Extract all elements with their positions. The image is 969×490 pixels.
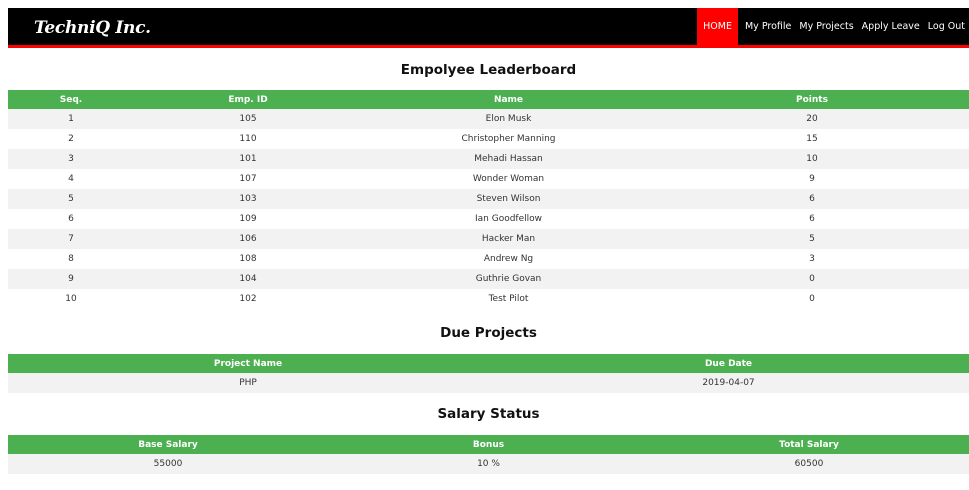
column-header-points: Points (655, 90, 969, 109)
leaderboard-header-row: Seq. Emp. ID Name Points (8, 90, 969, 109)
table-row: 2 110 Christopher Manning 15 (8, 129, 969, 149)
table-row: 1 105 Elon Musk 20 (8, 109, 969, 129)
table-row: 55000 10 % 60500 (8, 454, 969, 474)
seq-cell: 7 (8, 229, 134, 249)
points-cell: 20 (655, 109, 969, 129)
points-cell: 0 (655, 269, 969, 289)
seq-cell: 4 (8, 169, 134, 189)
emp-id-cell: 107 (134, 169, 362, 189)
nav-menu: HOME My Profile My Projects Apply Leave … (697, 8, 969, 45)
due-projects-title: Due Projects (440, 325, 537, 341)
seq-cell: 5 (8, 189, 134, 209)
nav-my-profile-link[interactable]: My Profile (741, 8, 795, 45)
nav-log-out-link[interactable]: Log Out (924, 8, 969, 45)
emp-id-cell: 104 (134, 269, 362, 289)
points-cell: 6 (655, 189, 969, 209)
name-cell: Ian Goodfellow (362, 209, 655, 229)
due-projects-table: Project Name Due Date PHP 2019-04-07 (8, 354, 969, 393)
projects-header-row: Project Name Due Date (8, 354, 969, 373)
seq-cell: 10 (8, 289, 134, 309)
table-row: 6 109 Ian Goodfellow 6 (8, 209, 969, 229)
table-row: 9 104 Guthrie Govan 0 (8, 269, 969, 289)
base-salary-cell: 55000 (8, 454, 328, 474)
points-cell: 0 (655, 289, 969, 309)
column-header-emp-id: Emp. ID (134, 90, 362, 109)
emp-id-cell: 108 (134, 249, 362, 269)
top-navbar: TechniQ Inc. HOME My Profile My Projects… (8, 8, 969, 48)
name-cell: Christopher Manning (362, 129, 655, 149)
nav-my-projects-link[interactable]: My Projects (795, 8, 857, 45)
name-cell: Test Pilot (362, 289, 655, 309)
points-cell: 9 (655, 169, 969, 189)
emp-id-cell: 109 (134, 209, 362, 229)
seq-cell: 8 (8, 249, 134, 269)
table-row: 10 102 Test Pilot 0 (8, 289, 969, 309)
name-cell: Guthrie Govan (362, 269, 655, 289)
leaderboard-table: Seq. Emp. ID Name Points 1 105 Elon Musk 20… (8, 90, 969, 309)
column-header-seq: Seq. (8, 90, 134, 109)
name-cell: Steven Wilson (362, 189, 655, 209)
seq-cell: 3 (8, 149, 134, 169)
points-cell: 3 (655, 249, 969, 269)
emp-id-cell: 105 (134, 109, 362, 129)
column-header-bonus: Bonus (328, 435, 649, 454)
table-row: 4 107 Wonder Woman 9 (8, 169, 969, 189)
points-cell: 15 (655, 129, 969, 149)
column-header-base-salary: Base Salary (8, 435, 328, 454)
column-header-name: Name (362, 90, 655, 109)
name-cell: Wonder Woman (362, 169, 655, 189)
points-cell: 10 (655, 149, 969, 169)
table-row: 3 101 Mehadi Hassan 10 (8, 149, 969, 169)
name-cell: Elon Musk (362, 109, 655, 129)
emp-id-cell: 102 (134, 289, 362, 309)
emp-id-cell: 103 (134, 189, 362, 209)
project-name-cell: PHP (8, 373, 488, 393)
table-row: 5 103 Steven Wilson 6 (8, 189, 969, 209)
salary-status-title: Salary Status (437, 406, 540, 422)
points-cell: 6 (655, 209, 969, 229)
salary-status-table: Base Salary Bonus Total Salary 55000 10 %… (8, 435, 969, 474)
due-date-cell: 2019-04-07 (488, 373, 969, 393)
points-cell: 5 (655, 229, 969, 249)
brand-logo[interactable]: TechniQ Inc. (34, 18, 151, 38)
seq-cell: 1 (8, 109, 134, 129)
salary-header-row: Base Salary Bonus Total Salary (8, 435, 969, 454)
name-cell: Andrew Ng (362, 249, 655, 269)
seq-cell: 9 (8, 269, 134, 289)
table-row: 7 106 Hacker Man 5 (8, 229, 969, 249)
column-header-total-salary: Total Salary (649, 435, 969, 454)
leaderboard-title: Empolyee Leaderboard (400, 62, 577, 78)
emp-id-cell: 101 (134, 149, 362, 169)
nav-home-link[interactable]: HOME (697, 8, 738, 45)
column-header-project-name: Project Name (8, 354, 488, 373)
bonus-cell: 10 % (328, 454, 649, 474)
nav-apply-leave-link[interactable]: Apply Leave (858, 8, 924, 45)
total-salary-cell: 60500 (649, 454, 969, 474)
column-header-due-date: Due Date (488, 354, 969, 373)
table-row: PHP 2019-04-07 (8, 373, 969, 393)
table-row: 8 108 Andrew Ng 3 (8, 249, 969, 269)
seq-cell: 2 (8, 129, 134, 149)
emp-id-cell: 110 (134, 129, 362, 149)
name-cell: Hacker Man (362, 229, 655, 249)
seq-cell: 6 (8, 209, 134, 229)
emp-id-cell: 106 (134, 229, 362, 249)
name-cell: Mehadi Hassan (362, 149, 655, 169)
